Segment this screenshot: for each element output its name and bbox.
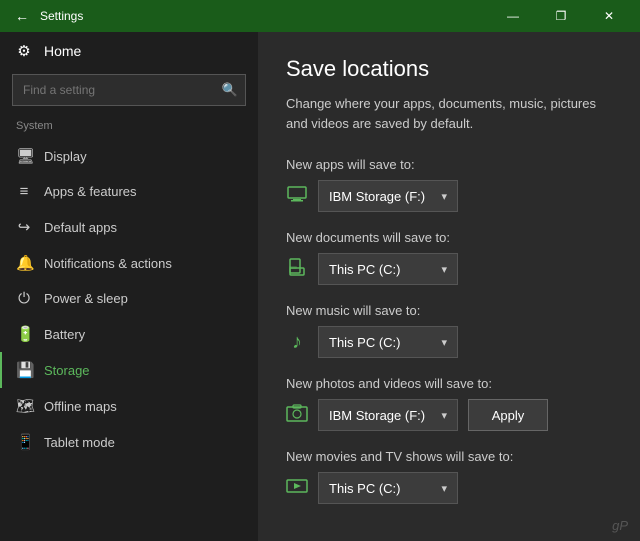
minimize-button[interactable]: — bbox=[490, 0, 536, 32]
offline-maps-icon: 🗺 bbox=[16, 397, 32, 415]
apps-save-label: New apps will save to: bbox=[286, 157, 612, 172]
movies-dropdown-value: This PC (C:) bbox=[329, 481, 401, 496]
photos-dropdown-value: IBM Storage (F:) bbox=[329, 408, 425, 423]
search-input[interactable] bbox=[12, 74, 246, 106]
main-layout: ⚙ Home 🔍 System 🖥 Display ≡ Apps & featu… bbox=[0, 32, 640, 541]
close-button[interactable]: ✕ bbox=[586, 0, 632, 32]
titlebar: ← Settings — ❐ ✕ bbox=[0, 0, 640, 32]
documents-dropdown[interactable]: This PC (C:) ▾ bbox=[318, 253, 458, 285]
photos-save-label: New photos and videos will save to: bbox=[286, 376, 612, 391]
music-dropdown-arrow: ▾ bbox=[441, 336, 447, 349]
notifications-icon: 🔔 bbox=[16, 254, 32, 272]
sidebar-item-label: Apps & features bbox=[44, 184, 137, 199]
sidebar-item-default-apps[interactable]: ↪ Default apps bbox=[0, 209, 258, 245]
documents-save-controls: This PC (C:) ▾ bbox=[286, 253, 612, 285]
movies-save-row: New movies and TV shows will save to: Th… bbox=[286, 449, 612, 504]
movies-save-label: New movies and TV shows will save to: bbox=[286, 449, 612, 464]
apps-icon: ≡ bbox=[16, 183, 32, 200]
home-icon: ⚙ bbox=[16, 42, 32, 60]
search-icon: 🔍 bbox=[222, 82, 238, 98]
sidebar-item-label: Display bbox=[44, 149, 87, 164]
sidebar-item-power[interactable]: ⏻ Power & sleep bbox=[0, 281, 258, 316]
movies-dropdown-arrow: ▾ bbox=[441, 482, 447, 495]
documents-save-row: New documents will save to: This PC (C:)… bbox=[286, 230, 612, 285]
apps-save-controls: IBM Storage (F:) ▾ bbox=[286, 180, 612, 212]
apply-button[interactable]: Apply bbox=[468, 399, 548, 431]
sidebar-item-notifications[interactable]: 🔔 Notifications & actions bbox=[0, 245, 258, 281]
music-save-label: New music will save to: bbox=[286, 303, 612, 318]
display-icon: 🖥 bbox=[16, 147, 32, 165]
music-dropdown-value: This PC (C:) bbox=[329, 335, 401, 350]
movies-save-controls: This PC (C:) ▾ bbox=[286, 472, 612, 504]
documents-save-label: New documents will save to: bbox=[286, 230, 612, 245]
music-dropdown[interactable]: This PC (C:) ▾ bbox=[318, 326, 458, 358]
sidebar-home-button[interactable]: ⚙ Home bbox=[0, 32, 258, 70]
sidebar-item-label: Offline maps bbox=[44, 399, 117, 414]
documents-save-icon bbox=[286, 258, 308, 281]
sidebar-item-apps[interactable]: ≡ Apps & features bbox=[0, 174, 258, 209]
apps-dropdown-arrow: ▾ bbox=[441, 190, 447, 203]
sidebar-item-battery[interactable]: 🔋 Battery bbox=[0, 316, 258, 352]
sidebar-item-label: Power & sleep bbox=[44, 291, 128, 306]
movies-dropdown[interactable]: This PC (C:) ▾ bbox=[318, 472, 458, 504]
sidebar: ⚙ Home 🔍 System 🖥 Display ≡ Apps & featu… bbox=[0, 32, 258, 541]
tablet-mode-icon: 📱 bbox=[16, 433, 32, 451]
apps-save-icon bbox=[286, 186, 308, 207]
photos-save-row: New photos and videos will save to: IBM … bbox=[286, 376, 612, 431]
photos-save-icon bbox=[286, 404, 308, 427]
back-button[interactable]: ← bbox=[8, 2, 36, 30]
documents-dropdown-arrow: ▾ bbox=[441, 263, 447, 276]
photos-dropdown[interactable]: IBM Storage (F:) ▾ bbox=[318, 399, 458, 431]
sidebar-search-container: 🔍 bbox=[12, 74, 246, 106]
photos-save-controls: IBM Storage (F:) ▾ Apply bbox=[286, 399, 612, 431]
content-area: Save locations Change where your apps, d… bbox=[258, 32, 640, 541]
storage-icon: 💾 bbox=[16, 361, 32, 379]
apps-dropdown[interactable]: IBM Storage (F:) ▾ bbox=[318, 180, 458, 212]
page-description: Change where your apps, documents, music… bbox=[286, 94, 612, 133]
watermark: gP bbox=[612, 518, 628, 533]
battery-icon: 🔋 bbox=[16, 325, 32, 343]
page-title: Save locations bbox=[286, 56, 612, 82]
music-save-controls: ♪ This PC (C:) ▾ bbox=[286, 326, 612, 358]
apps-save-row: New apps will save to: IBM Storage (F:) … bbox=[286, 157, 612, 212]
sidebar-item-tablet-mode[interactable]: 📱 Tablet mode bbox=[0, 424, 258, 460]
movies-save-icon bbox=[286, 478, 308, 499]
power-icon: ⏻ bbox=[16, 290, 32, 307]
system-section-label: System bbox=[0, 116, 258, 138]
default-apps-icon: ↪ bbox=[16, 218, 32, 236]
titlebar-title: Settings bbox=[40, 9, 490, 23]
window-controls: — ❐ ✕ bbox=[490, 0, 632, 32]
sidebar-item-label: Notifications & actions bbox=[44, 256, 172, 271]
sidebar-item-storage[interactable]: 💾 Storage bbox=[0, 352, 258, 388]
apps-dropdown-value: IBM Storage (F:) bbox=[329, 189, 425, 204]
home-label: Home bbox=[44, 43, 81, 59]
documents-dropdown-value: This PC (C:) bbox=[329, 262, 401, 277]
music-save-row: New music will save to: ♪ This PC (C:) ▾ bbox=[286, 303, 612, 358]
sidebar-item-label: Default apps bbox=[44, 220, 117, 235]
sidebar-item-label: Battery bbox=[44, 327, 85, 342]
sidebar-item-label: Tablet mode bbox=[44, 435, 115, 450]
photos-dropdown-arrow: ▾ bbox=[441, 409, 447, 422]
sidebar-item-label: Storage bbox=[44, 363, 90, 378]
sidebar-item-display[interactable]: 🖥 Display bbox=[0, 138, 258, 174]
music-save-icon: ♪ bbox=[286, 331, 308, 354]
restore-button[interactable]: ❐ bbox=[538, 0, 584, 32]
sidebar-item-offline-maps[interactable]: 🗺 Offline maps bbox=[0, 388, 258, 424]
